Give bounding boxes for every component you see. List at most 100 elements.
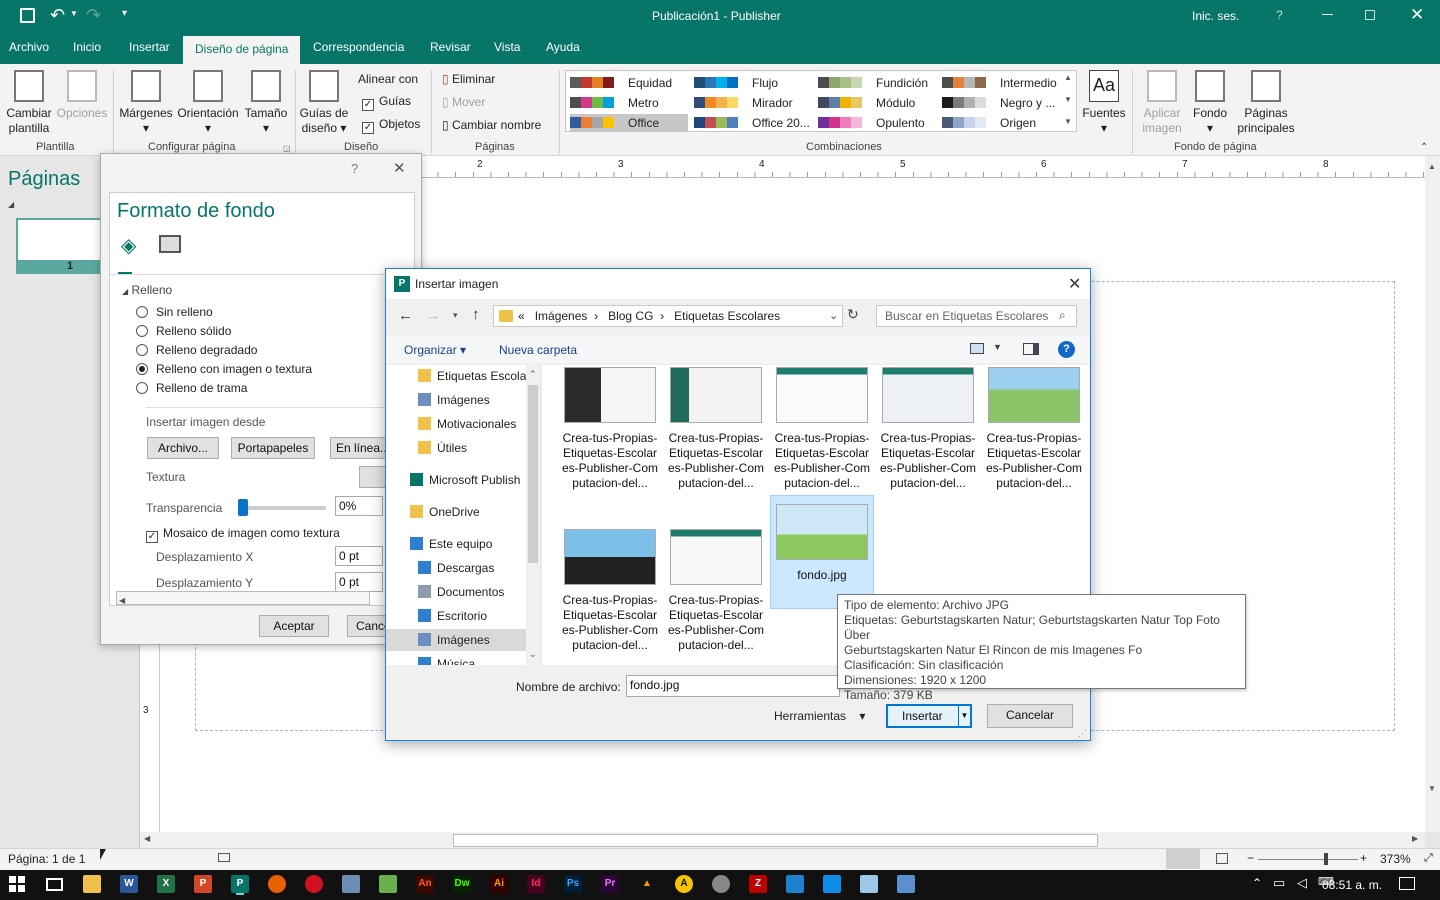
paginas-principales-button[interactable]: Páginas principales [1236,64,1296,136]
notifications-icon[interactable] [1399,877,1415,890]
picture-icon[interactable] [159,235,181,253]
view-options-icon[interactable] [970,343,984,354]
cambiar-nombre-button[interactable]: ▯ Cambiar nombre [442,118,541,132]
guias-diseno-button[interactable]: Guías de diseño ▾ [298,64,350,136]
customize-qat-icon[interactable]: ▾ [122,8,127,19]
address-bar[interactable]: « Imágenes › Blog CG › Etiquetas Escolar… [493,305,843,327]
nav-scroll-up-icon[interactable]: ⌃ [529,369,537,380]
tray-chevron-icon[interactable]: ⌃ [1252,876,1262,890]
dialog-launcher-icon[interactable]: ◲ [283,144,291,153]
nav-item[interactable]: Documentos [386,581,526,603]
address-dropdown-icon[interactable]: ⌄ [829,309,838,322]
scheme-intermedio[interactable]: Intermedio [942,74,1060,92]
restore-button[interactable] [1365,10,1375,20]
dialog-close-button[interactable]: ✕ [1068,274,1081,294]
nav-item[interactable]: Escritorio [386,605,526,627]
preview-pane-icon[interactable] [1023,343,1039,355]
scheme-negro-y[interactable]: Negro y ... [942,94,1060,112]
filezilla-icon[interactable]: Z [749,875,767,893]
zoom-thumb[interactable] [1324,853,1328,865]
vlc-icon[interactable]: ▲ [638,875,656,893]
offset-y-input[interactable]: 0 pt [335,572,383,592]
scheme-módulo[interactable]: Módulo [818,94,936,112]
signin-link[interactable]: Inic. ses. [1192,9,1239,23]
help-icon[interactable]: ? [1276,8,1283,22]
gallery-scroll-down-icon[interactable]: ▼ [1064,95,1072,104]
nav-item[interactable]: Música [386,653,526,665]
collapse-triangle-icon[interactable]: ◢ [8,200,14,209]
resize-grip-icon[interactable]: ⋰ [1078,728,1087,739]
firefox-icon[interactable] [268,875,286,893]
premiere-icon[interactable]: Pr [601,875,619,893]
search-icon[interactable]: ⌕ [1059,308,1066,323]
powerpoint-icon[interactable]: P [194,875,212,893]
relleno-section[interactable]: ◢ Relleno [122,283,172,297]
clock[interactable]: 08:51 a. m. [1322,878,1382,892]
collapse-ribbon-icon[interactable]: ⌃ [1420,142,1428,153]
transparency-slider[interactable] [238,499,326,516]
scroll-down-icon[interactable]: ▼ [1428,784,1436,793]
norton-icon[interactable]: A [675,875,693,893]
gallery-scroll-up-icon[interactable]: ▲ [1064,73,1072,82]
undo-icon[interactable]: ↶ [50,5,65,26]
zoom-slider[interactable] [1258,859,1358,860]
task-view-icon[interactable] [46,878,63,891]
nav-scrollbar[interactable]: ⌃ ⌄ [526,365,540,665]
tab-revisar[interactable]: Revisar [430,40,471,54]
file-item[interactable]: Crea-tus-Propias-Etiquetas-Escolares-Pub… [770,365,874,491]
portapapeles-button[interactable]: Portapapeles [231,437,315,459]
two-page-view-icon[interactable] [1216,853,1228,864]
indesign-icon[interactable]: Id [527,875,545,893]
file-item[interactable]: Crea-tus-Propias-Etiquetas-Escolares-Pub… [876,365,980,491]
transparency-input[interactable]: 0% [335,496,383,516]
fill-option[interactable]: Relleno con imagen o textura [136,362,312,376]
dreamweaver-icon[interactable]: Dw [453,875,471,893]
opera-icon[interactable] [305,875,323,893]
windows-start-icon[interactable] [9,876,25,892]
file-item[interactable]: Crea-tus-Propias-Etiquetas-Escolares-Pub… [558,365,662,491]
help-circle-icon[interactable]: ? [1058,341,1075,358]
tab-ayuda[interactable]: Ayuda [546,40,580,54]
tab-inicio[interactable]: Inicio [73,40,101,54]
nav-item[interactable]: Imágenes [386,389,526,411]
scheme-office[interactable]: Office [570,114,688,132]
file-item[interactable]: Crea-tus-Propias-Etiquetas-Escolares-Pub… [558,521,662,653]
format-help-icon[interactable]: ? [351,161,358,176]
mosaico-checkbox[interactable]: ✓ Mosaico de imagen como textura [146,526,340,543]
publisher-taskbar-icon[interactable]: P [231,875,249,893]
undo-dropdown-icon[interactable]: ▼ [70,9,78,18]
file-explorer-icon[interactable] [83,875,101,893]
tab-correspondencia[interactable]: Correspondencia [313,40,404,54]
close-window-button[interactable]: ✕ [1410,5,1424,25]
aceptar-button[interactable]: Aceptar [259,615,329,637]
cancelar-button[interactable]: Cancelar [987,704,1073,728]
file-item[interactable]: Crea-tus-Propias-Etiquetas-Escolares-Pub… [664,365,768,491]
organizar-button[interactable]: Organizar ▾ [404,343,466,357]
scheme-flujo[interactable]: Flujo [694,74,812,92]
zoom-out-icon[interactable]: − [1247,851,1254,865]
fill-bucket-icon[interactable]: ◈ [121,233,136,258]
volume-icon[interactable]: ◁ [1297,875,1307,891]
refresh-icon[interactable]: ↻ [847,306,859,323]
media-icon[interactable] [712,875,730,893]
objetos-checkbox[interactable]: ✓ Objetos [362,117,420,134]
vertical-scrollbar[interactable]: ▲ ▼ [1425,156,1440,832]
tab-vista[interactable]: Vista [494,40,520,54]
nav-item[interactable]: Etiquetas Escolar [386,365,530,387]
save-icon[interactable] [20,8,35,23]
format-hscroll[interactable]: ◀ [116,591,370,605]
file-item[interactable]: Crea-tus-Propias-Etiquetas-Escolares-Pub… [982,365,1086,491]
gallery-more-icon[interactable]: ▼ [1064,117,1072,126]
android-studio-icon[interactable] [379,875,397,893]
tamano-button[interactable]: Tamaño ▾ [242,64,290,136]
single-page-view-icon[interactable] [1166,849,1200,869]
zoom-in-icon[interactable]: + [1360,851,1367,865]
fuentes-button[interactable]: Aa Fuentes ▾ [1082,64,1126,136]
scheme-equidad[interactable]: Equidad [570,74,688,92]
insertar-dropdown-icon[interactable]: ▼ [958,706,970,726]
scheme-metro[interactable]: Metro [570,94,688,112]
insertar-button[interactable]: Insertar ▼ [886,704,972,728]
up-arrow-icon[interactable]: ↑ [472,306,480,323]
file-item[interactable]: Crea-tus-Propias-Etiquetas-Escolares-Pub… [664,521,768,653]
fill-option[interactable]: Relleno degradado [136,343,257,357]
